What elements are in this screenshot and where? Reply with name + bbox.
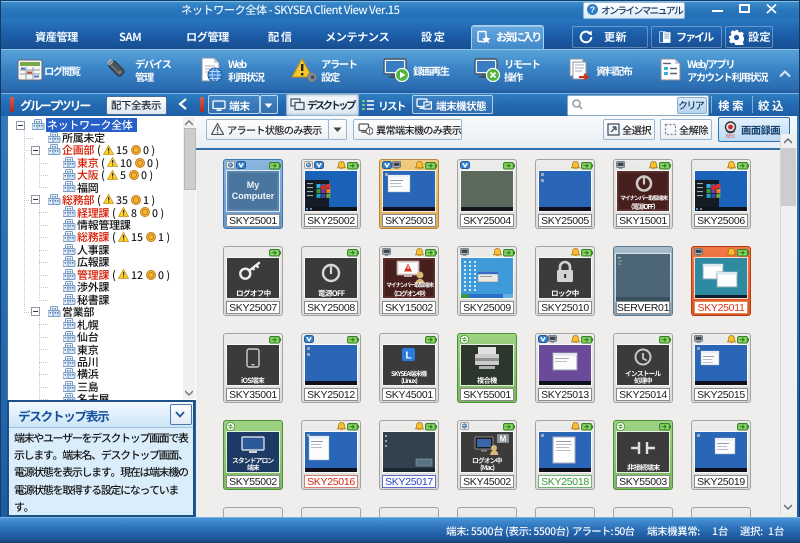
svg-text:My: My	[247, 180, 260, 190]
svg-text:M: M	[500, 434, 507, 443]
svg-text:L: L	[405, 350, 411, 361]
svg-text:Computer: Computer	[232, 191, 275, 201]
svg-text:?: ?	[590, 5, 595, 15]
svg-text:REC: REC	[726, 134, 736, 139]
